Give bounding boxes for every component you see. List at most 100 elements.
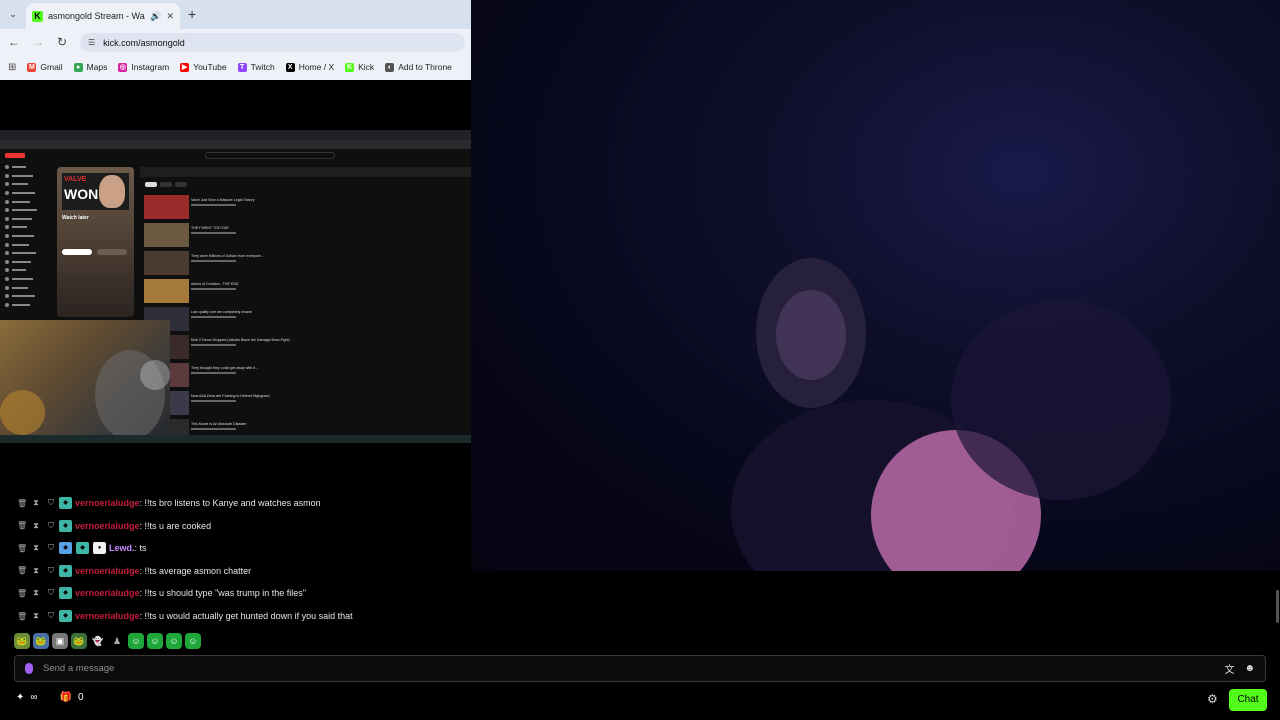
delete-message-icon[interactable]: 🗑	[17, 566, 27, 575]
inner-video-title: This Movie Is An Absolute Disaster	[191, 422, 247, 426]
ban-shield-icon[interactable]: ⛉	[47, 498, 55, 508]
bookmark-label: YouTube	[193, 62, 227, 72]
streamer-webcam-inset	[0, 320, 170, 443]
bookmark-youtube[interactable]: ▶ YouTube	[180, 62, 227, 72]
chat-settings-icon[interactable]: ⚙	[1207, 692, 1218, 706]
inner-video-thumbnail	[144, 251, 189, 275]
inner-sidebar-row	[0, 292, 56, 301]
instagram-icon: ◎	[118, 62, 128, 72]
panda-badge-icon: ●	[93, 542, 106, 555]
emote-green-4-icon[interactable]: ☺	[185, 633, 201, 649]
ban-shield-icon[interactable]: ⛉	[47, 611, 55, 621]
mic-icon[interactable]	[25, 663, 33, 674]
chat-username[interactable]: vernoerialudge	[75, 566, 140, 576]
video-person-face	[776, 290, 846, 380]
chat-username[interactable]: vernoerialudge	[75, 611, 140, 621]
emote-ghost-icon[interactable]: 👻	[90, 633, 106, 649]
bookmark-label: Gmail	[40, 62, 63, 72]
ban-shield-icon[interactable]: ⛉	[47, 543, 55, 553]
inner-video-row: Low quality lore are completely insane	[142, 307, 462, 333]
apps-grid-icon[interactable]: ⊞	[8, 62, 16, 73]
chat-message: 🗑 ⧗ ⛉ ◆ vernoerialudge: !!ts u would actuall…	[0, 606, 471, 626]
stream-video[interactable]	[471, 0, 1280, 571]
delete-message-icon[interactable]: 🗑	[17, 521, 27, 530]
chat-username[interactable]: vernoerialudge	[75, 588, 140, 598]
inner-video-row: Ashes of Creation - THE END	[142, 279, 462, 305]
timeout-icon[interactable]: ⧗	[32, 588, 40, 598]
new-tab-button[interactable]: +	[188, 6, 196, 22]
timeout-icon[interactable]: ⧗	[32, 611, 40, 621]
bookmark-kick[interactable]: K Kick	[345, 62, 374, 72]
emote-gray-icon[interactable]: ▣	[52, 633, 68, 649]
chat-message-text: : !!ts u would actually get hunted down …	[139, 611, 353, 621]
bookmark-label: Maps	[86, 62, 108, 72]
scrollbar[interactable]	[1276, 590, 1279, 623]
inner-video-title: THEY WENT TOO FAR	[191, 226, 229, 230]
play-all-button	[62, 249, 92, 255]
chat-message: 🗑 ⧗ ⛉ ◆ vernoerialudge: !!ts u should type "…	[0, 583, 471, 603]
emote-green-1-icon[interactable]: ☺	[128, 633, 144, 649]
inner-sidebar-row	[0, 232, 56, 241]
chat-username[interactable]: Lewd.	[109, 543, 135, 553]
ban-shield-icon[interactable]: ⛉	[47, 588, 55, 598]
playlist-panel: VALVE WON Watch later	[57, 167, 134, 317]
timeout-icon[interactable]: ⧗	[32, 566, 40, 576]
emote-pepe-icon[interactable]: 🐸	[14, 633, 30, 649]
audio-icon[interactable]: 🔊	[150, 11, 161, 22]
video-list: Valve Just Won a Massive Legal Victory TH…	[140, 167, 471, 443]
inner-sidebar-row	[0, 197, 56, 206]
tab-search-icon[interactable]: ⌄	[6, 7, 20, 21]
emote-pepe-hat-icon[interactable]: 🐸	[33, 633, 49, 649]
translate-icon[interactable]: 文	[1224, 661, 1234, 676]
inner-video-row: Valve Just Won a Massive Legal Victory	[142, 195, 462, 221]
chat-input[interactable]: Send a message 文 ☻	[14, 655, 1266, 682]
site-info-icon[interactable]: ☰	[88, 38, 95, 47]
timeout-icon[interactable]: ⧗	[32, 521, 40, 531]
chat-message-text: : !!ts bro listens to Kanye and watches …	[139, 498, 321, 508]
subscriber-badge-icon: ◆	[76, 542, 89, 555]
close-tab-icon[interactable]: ✕	[166, 11, 174, 22]
bookmark-maps[interactable]: ● Maps	[73, 62, 108, 72]
points-icon[interactable]: ✦	[16, 692, 24, 703]
forward-icon[interactable]: →	[31, 35, 45, 49]
bookmark-add-to-throne[interactable]: ◐ Add to Throne	[385, 62, 452, 72]
gift-icon[interactable]: 🎁	[60, 692, 72, 703]
banner-top-text: VALVE	[64, 176, 87, 183]
delete-message-icon[interactable]: 🗑	[17, 499, 27, 508]
twitch-icon: T	[237, 62, 247, 72]
navigation-bar: ← → ↻ ☰ kick.com/asmongold	[0, 29, 471, 56]
timeout-icon[interactable]: ⧗	[32, 543, 40, 553]
chat-input-placeholder[interactable]: Send a message	[43, 663, 1214, 674]
inner-sidebar-row	[0, 172, 56, 181]
delete-message-icon[interactable]: 🗑	[17, 612, 27, 621]
bookmark-gmail[interactable]: M Gmail	[27, 62, 63, 72]
inner-sidebar-row	[0, 249, 56, 258]
inner-video-title: Low quality lore are completely insane	[191, 310, 252, 314]
bookmark-twitch[interactable]: T Twitch	[237, 62, 275, 72]
browser-tab[interactable]: K asmongold Stream - Watch 🔊 ✕	[26, 3, 180, 29]
ban-shield-icon[interactable]: ⛉	[47, 566, 55, 576]
back-icon[interactable]: ←	[7, 35, 21, 49]
reload-icon[interactable]: ↻	[55, 35, 69, 49]
emote-figure-icon[interactable]: ♟	[109, 633, 125, 649]
address-bar[interactable]: ☰ kick.com/asmongold	[80, 33, 465, 52]
inner-tab-strip	[0, 130, 471, 140]
chat-send-button[interactable]: Chat	[1229, 689, 1267, 711]
chat-username[interactable]: vernoerialudge	[75, 498, 140, 508]
chat-username[interactable]: vernoerialudge	[75, 521, 140, 531]
emote-bar: 🐸 🐸 ▣ 🐸 👻 ♟ ☺ ☺ ☺ ☺	[14, 633, 201, 649]
emote-green-3-icon[interactable]: ☺	[166, 633, 182, 649]
chat-message-text: : !!ts average asmon chatter	[139, 565, 252, 576]
delete-message-icon[interactable]: 🗑	[17, 544, 27, 553]
subscriber-badge-icon: ◆	[59, 497, 72, 509]
emote-frog-icon[interactable]: 🐸	[71, 633, 87, 649]
delete-message-icon[interactable]: 🗑	[17, 589, 27, 598]
timeout-icon[interactable]: ⧗	[32, 498, 40, 508]
ban-shield-icon[interactable]: ⛉	[47, 521, 55, 531]
inner-sidebar-row	[0, 215, 56, 224]
emoji-icon[interactable]: ☻	[1244, 663, 1255, 674]
inner-sidebar-row	[0, 240, 56, 249]
bookmark-instagram[interactable]: ◎ Instagram	[118, 62, 169, 72]
emote-green-2-icon[interactable]: ☺	[147, 633, 163, 649]
bookmark-home-x[interactable]: X Home / X	[285, 62, 334, 72]
